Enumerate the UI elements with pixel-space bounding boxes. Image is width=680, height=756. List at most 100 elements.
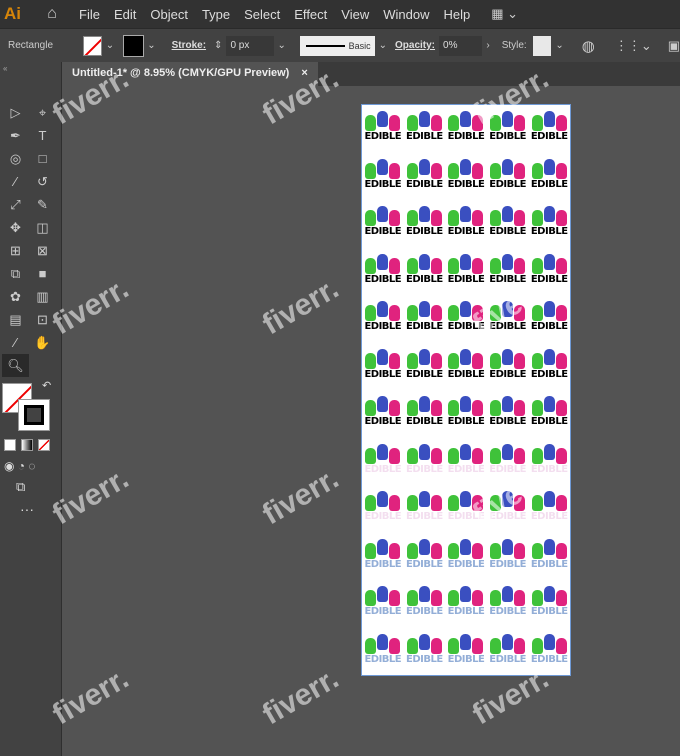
menu-effect[interactable]: Effect: [287, 7, 334, 22]
chevron-down-icon[interactable]: ⌄: [106, 40, 114, 51]
perspective-tool-icon[interactable]: ⊞: [2, 239, 29, 262]
gummy-bears: [531, 633, 567, 654]
document-tab[interactable]: Untitled-1* @ 8.95% (CMYK/GPU Preview) ×: [62, 62, 318, 86]
chevron-down-icon[interactable]: ⌄: [147, 40, 155, 51]
brush-select[interactable]: Basic: [299, 35, 375, 56]
draw-mode-icon[interactable]: ◉ ◔ ◌: [0, 457, 61, 475]
more-tools-icon[interactable]: ···: [0, 499, 61, 519]
close-icon[interactable]: ×: [301, 67, 307, 81]
stepper-icon[interactable]: ⇕: [214, 40, 222, 51]
pattern-tile: EDIBLE: [404, 343, 446, 391]
stroke-weight-input[interactable]: 0 px: [226, 35, 274, 56]
bear-blue: [543, 301, 555, 318]
gradient-icon[interactable]: [21, 439, 33, 451]
recolor-icon[interactable]: ◍: [582, 37, 595, 55]
bear-green: [490, 590, 502, 607]
workspace-switcher-icon[interactable]: ▦ ⌄: [491, 6, 518, 22]
menu-help[interactable]: Help: [436, 7, 477, 22]
stroke-swatch[interactable]: [123, 34, 145, 57]
blend-tool-icon[interactable]: ⧉: [2, 262, 29, 285]
gradient-tool-icon[interactable]: ■: [29, 262, 56, 285]
style-label: Style:: [501, 40, 527, 51]
pattern-tile: EDIBLE: [404, 628, 446, 676]
stroke-swatch[interactable]: [18, 399, 50, 431]
menu-view[interactable]: View: [334, 7, 376, 22]
edible-text: EDIBLE: [364, 273, 402, 285]
pattern-tile: EDIBLE: [487, 105, 529, 153]
type-tool-icon[interactable]: T: [29, 124, 56, 147]
gummy-bears: [448, 111, 484, 132]
bear-pink: [389, 115, 401, 132]
bear-blue: [418, 396, 430, 413]
symbol-sprayer-icon[interactable]: ✿: [2, 285, 29, 308]
bear-blue: [418, 586, 430, 603]
pattern-tile: EDIBLE: [362, 200, 404, 248]
transform-icon[interactable]: ▣: [668, 38, 680, 54]
rotate-tool-icon[interactable]: ↺: [29, 170, 56, 193]
selection-tool-icon[interactable]: ▷: [2, 101, 29, 124]
chevron-down-icon[interactable]: ⌄: [278, 40, 286, 51]
opacity-label[interactable]: Opacity:: [395, 40, 435, 51]
rectangle-tool-icon[interactable]: □: [29, 147, 56, 170]
chevron-down-icon[interactable]: ⌄: [379, 40, 387, 51]
opacity-input[interactable]: 0%: [439, 35, 483, 56]
edible-text: EDIBLE: [489, 321, 526, 333]
warp-tool-icon[interactable]: ✎: [29, 193, 56, 216]
gummy-bears: [448, 396, 484, 417]
edible-text: EDIBLE: [406, 226, 443, 238]
bear-pink: [430, 542, 442, 559]
bar-graph-icon[interactable]: ▤: [2, 308, 29, 331]
bear-green: [365, 162, 377, 179]
canvas[interactable]: EDIBLE EDIBLE EDIBLE EDIBLE EDIBLE EDIBLE EDIB…: [62, 86, 680, 756]
brush-tool-icon[interactable]: ∕: [2, 170, 29, 193]
pen-tool-icon[interactable]: ✒: [2, 124, 29, 147]
chevron-right-icon[interactable]: ›: [486, 40, 489, 51]
gummy-bears: [448, 443, 484, 464]
menu-edit[interactable]: Edit: [107, 7, 143, 22]
bear-pink: [430, 590, 442, 607]
shape-builder-tool-icon[interactable]: ◫: [29, 216, 56, 239]
bear-blue: [460, 538, 472, 555]
stroke-label[interactable]: Stroke:: [172, 40, 206, 51]
swap-icon[interactable]: ↶: [42, 379, 51, 392]
menu-object[interactable]: Object: [143, 7, 195, 22]
color-icon[interactable]: [4, 439, 16, 451]
scale-tool-icon[interactable]: ⤢: [2, 193, 29, 216]
zoom-tool-icon[interactable]: 🔍︎: [2, 354, 29, 377]
collapse-icon[interactable]: «: [0, 62, 61, 75]
free-transform-tool-icon[interactable]: ✥: [2, 216, 29, 239]
artboard[interactable]: EDIBLE EDIBLE EDIBLE EDIBLE EDIBLE EDIBLE EDIB…: [361, 104, 571, 676]
menu-type[interactable]: Type: [195, 7, 237, 22]
screen-mode-icon[interactable]: ⧉: [0, 475, 61, 499]
bear-blue: [543, 348, 555, 365]
home-icon[interactable]: ⌂: [32, 5, 72, 23]
artboard-tool-icon[interactable]: ⊡: [29, 308, 56, 331]
fill-swatch[interactable]: [83, 35, 102, 56]
style-swatch[interactable]: [532, 35, 552, 56]
menu-file[interactable]: File: [72, 7, 107, 22]
pattern-tile: EDIBLE: [445, 438, 487, 486]
bear-green: [365, 305, 377, 322]
edible-text: EDIBLE: [406, 321, 443, 333]
spiral-tool-icon[interactable]: ◎: [2, 147, 29, 170]
eyedropper-tool-icon[interactable]: ⁄: [2, 331, 29, 354]
direct-selection-tool-icon[interactable]: ⌖: [29, 101, 56, 124]
menu-select[interactable]: Select: [237, 7, 287, 22]
column-graph-icon[interactable]: ▥: [29, 285, 56, 308]
gummy-bears: [531, 538, 567, 559]
mesh-tool-icon[interactable]: ⊠: [29, 239, 56, 262]
fill-stroke-widget[interactable]: ↶: [0, 380, 61, 433]
bear-green: [365, 352, 377, 369]
edible-text: EDIBLE: [530, 463, 568, 475]
bear-green: [448, 590, 460, 607]
chevron-down-icon[interactable]: ⌄: [555, 40, 563, 51]
hand-tool-icon[interactable]: ✋: [29, 331, 56, 354]
menu-window[interactable]: Window: [376, 7, 436, 22]
pattern-tile: EDIBLE: [445, 533, 487, 581]
edible-text: EDIBLE: [489, 558, 526, 570]
align-icon[interactable]: ⋮⋮⌄: [615, 38, 652, 54]
edible-text: EDIBLE: [364, 416, 402, 428]
bear-pink: [514, 115, 526, 132]
none-icon[interactable]: [38, 439, 50, 451]
bear-blue: [502, 633, 514, 650]
